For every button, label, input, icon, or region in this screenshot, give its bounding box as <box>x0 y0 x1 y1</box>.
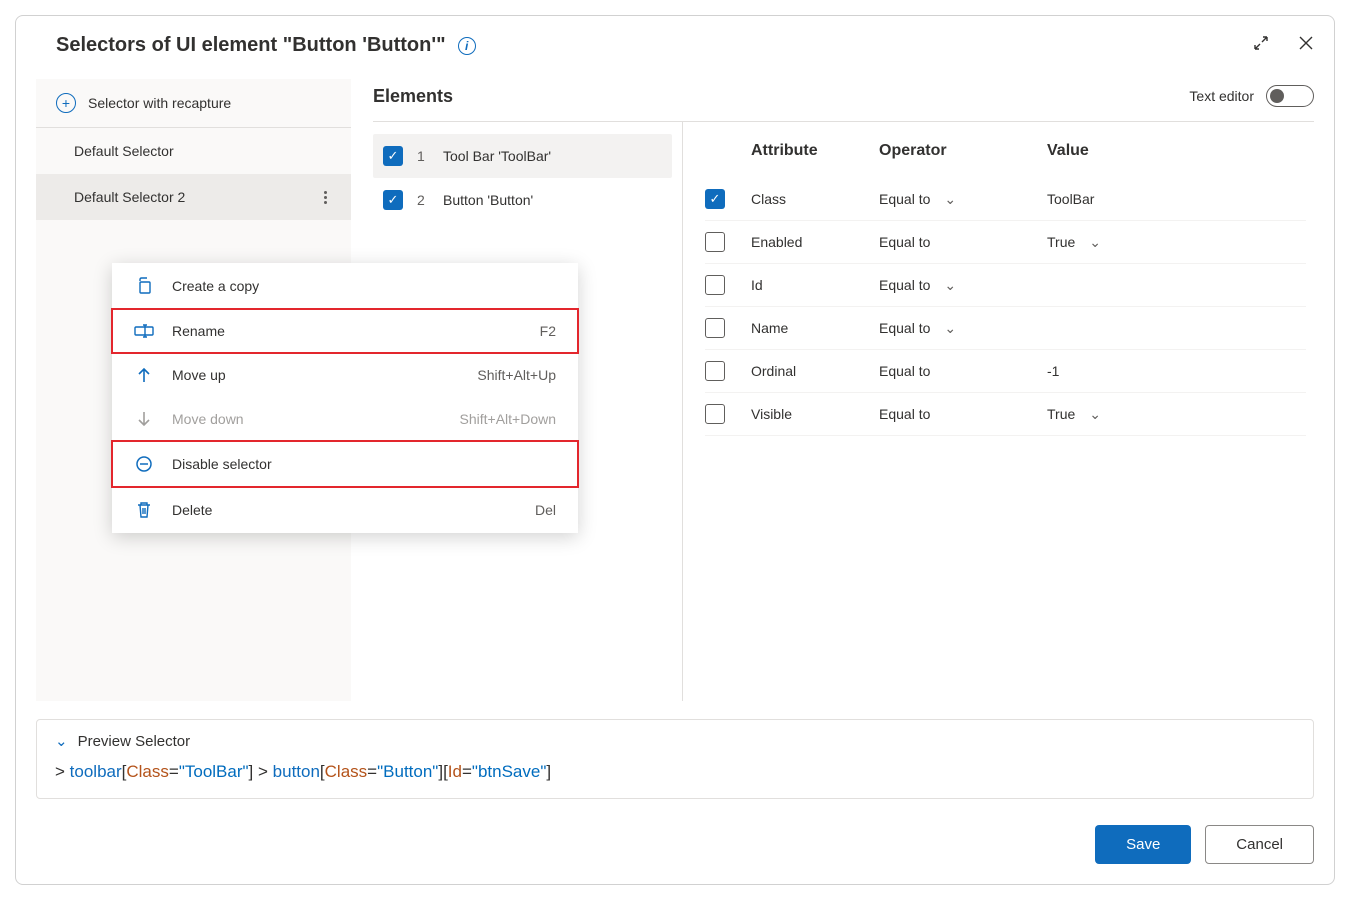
attr-name: Enabled <box>751 234 871 250</box>
element-index: 2 <box>417 192 429 208</box>
attr-name: Ordinal <box>751 363 871 379</box>
ctx-delete[interactable]: Delete Del <box>112 487 578 533</box>
attr-checkbox[interactable] <box>705 361 725 381</box>
close-icon[interactable] <box>1298 35 1314 56</box>
recapture-label: Selector with recapture <box>88 95 231 111</box>
attr-row-ordinal: Ordinal Equal to -1 <box>705 350 1306 393</box>
ctx-rename[interactable]: Rename F2 <box>112 309 578 353</box>
text-editor-toggle[interactable] <box>1266 85 1314 107</box>
selector-item-label: Default Selector <box>74 143 174 159</box>
attr-checkbox[interactable] <box>705 318 725 338</box>
attr-row-enabled: Enabled Equal to True ⌄ <box>705 221 1306 264</box>
trash-icon <box>134 501 154 519</box>
element-checkbox[interactable]: ✓ <box>383 146 403 166</box>
ctx-create-copy[interactable]: Create a copy <box>112 263 578 309</box>
element-index: 1 <box>417 148 429 164</box>
chevron-down-icon: ⌄ <box>1089 406 1101 423</box>
operator-cell: Equal to <box>879 363 1039 379</box>
selector-editor-dialog: Selectors of UI element "Button 'Button'… <box>15 15 1335 885</box>
attr-name: Name <box>751 320 871 336</box>
rename-icon <box>134 324 154 338</box>
value-dropdown[interactable]: True ⌄ <box>1047 406 1306 423</box>
chevron-down-icon: ⌄ <box>1089 234 1101 251</box>
attr-row-visible: Visible Equal to True ⌄ <box>705 393 1306 436</box>
ctx-move-down: Move down Shift+Alt+Down <box>112 397 578 441</box>
plus-circle-icon: + <box>56 93 76 113</box>
chevron-down-icon: ⌄ <box>944 320 956 337</box>
dialog-footer: Save Cancel <box>36 825 1314 864</box>
value-dropdown[interactable]: True ⌄ <box>1047 234 1306 251</box>
attr-name: Id <box>751 277 871 293</box>
attr-checkbox[interactable]: ✓ <box>705 189 725 209</box>
selector-item-default-2[interactable]: Default Selector 2 <box>36 174 351 220</box>
attr-checkbox[interactable] <box>705 404 725 424</box>
attr-name: Visible <box>751 406 871 422</box>
toggle-thumb <box>1270 89 1284 103</box>
save-button[interactable]: Save <box>1095 825 1191 864</box>
ctx-disable-selector[interactable]: Disable selector <box>112 441 578 487</box>
operator-dropdown[interactable]: Equal to ⌄ <box>879 191 1039 208</box>
attr-value[interactable]: -1 <box>1047 363 1306 379</box>
text-editor-label: Text editor <box>1189 88 1254 104</box>
col-attribute: Attribute <box>751 142 871 160</box>
col-value: Value <box>1047 142 1306 160</box>
elements-heading: Elements <box>373 86 453 107</box>
element-name: Tool Bar 'ToolBar' <box>443 148 551 164</box>
attr-row-id: Id Equal to ⌄ <box>705 264 1306 307</box>
copy-icon <box>134 277 154 295</box>
info-icon[interactable]: i <box>458 37 476 55</box>
chevron-down-icon: ⌄ <box>944 277 956 294</box>
dialog-header: Selectors of UI element "Button 'Button'… <box>36 34 1314 57</box>
expand-icon[interactable] <box>1254 36 1268 55</box>
attr-row-class: ✓ Class Equal to ⌄ ToolBar <box>705 178 1306 221</box>
dialog-title: Selectors of UI element "Button 'Button'… <box>56 34 446 57</box>
attr-checkbox[interactable] <box>705 232 725 252</box>
kebab-icon[interactable] <box>324 191 333 204</box>
selector-context-menu: Create a copy Rename F2 Move up Shift+Al… <box>112 263 578 533</box>
operator-dropdown[interactable]: Equal to ⌄ <box>879 320 1039 337</box>
col-operator: Operator <box>879 142 1039 160</box>
selector-item-default[interactable]: Default Selector <box>36 128 351 174</box>
element-row-toolbar[interactable]: ✓ 1 Tool Bar 'ToolBar' <box>373 134 672 178</box>
attributes-panel: Attribute Operator Value ✓ Class Equal t… <box>683 122 1314 701</box>
arrow-up-icon <box>134 367 154 383</box>
chevron-down-icon: ⌄ <box>944 191 956 208</box>
cancel-button[interactable]: Cancel <box>1205 825 1314 864</box>
element-row-button[interactable]: ✓ 2 Button 'Button' <box>373 178 672 222</box>
attr-checkbox[interactable] <box>705 275 725 295</box>
operator-dropdown[interactable]: Equal to ⌄ <box>879 277 1039 294</box>
selector-item-label: Default Selector 2 <box>74 189 185 205</box>
selector-with-recapture-button[interactable]: + Selector with recapture <box>36 79 351 128</box>
attr-value[interactable]: ToolBar <box>1047 191 1306 207</box>
element-name: Button 'Button' <box>443 192 533 208</box>
operator-cell: Equal to <box>879 406 1039 422</box>
attr-name: Class <box>751 191 871 207</box>
attr-row-name: Name Equal to ⌄ <box>705 307 1306 350</box>
preview-label: Preview Selector <box>78 733 191 750</box>
chevron-down-icon[interactable]: ⌄ <box>55 732 68 750</box>
preview-selector-panel: ⌄ Preview Selector > toolbar[Class="Tool… <box>36 719 1314 799</box>
ctx-move-up[interactable]: Move up Shift+Alt+Up <box>112 353 578 397</box>
operator-cell: Equal to <box>879 234 1039 250</box>
disable-icon <box>134 455 154 473</box>
arrow-down-icon <box>134 411 154 427</box>
element-checkbox[interactable]: ✓ <box>383 190 403 210</box>
preview-selector-text: > toolbar[Class="ToolBar"] > button[Clas… <box>55 762 1295 782</box>
